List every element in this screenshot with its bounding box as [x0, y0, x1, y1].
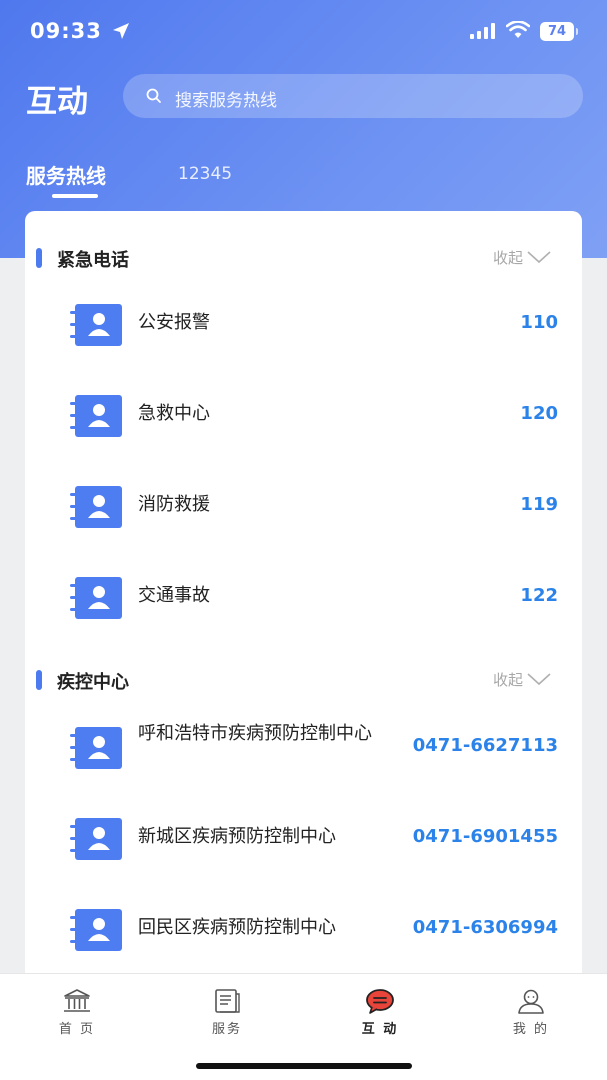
hotline-number[interactable]: 0471-6901455 — [413, 826, 558, 847]
hotline-name: 消防救援 — [138, 494, 210, 515]
section-title: 紧急电话 — [57, 250, 129, 271]
active-tab-indicator — [52, 194, 98, 198]
tabbar-label: 服务 — [211, 1022, 242, 1037]
hotline-row[interactable]: 公安报警 110 — [25, 300, 582, 350]
chevron-down-icon — [527, 251, 551, 264]
contact-book-icon — [70, 304, 122, 346]
tab-12345[interactable]: 12345 — [178, 164, 232, 184]
hotline-number[interactable]: 0471-6627113 — [413, 735, 558, 756]
user-icon — [518, 989, 544, 1014]
status-bar: 09:33 74 — [0, 0, 607, 62]
tabbar-label: 我 的 — [512, 1022, 550, 1037]
section-header-cdc: 疾控中心 收起 — [25, 666, 582, 696]
hotline-name: 新城区疾病预防控制中心 — [138, 826, 336, 847]
hotline-row[interactable]: 呼和浩特市疾病预防控制中心 0471-6627113 — [25, 723, 582, 773]
hotline-row[interactable]: 急救中心 120 — [25, 391, 582, 441]
section-header-emergency: 紧急电话 收起 — [25, 244, 582, 274]
search-icon — [146, 88, 161, 103]
tabbar-item-profile[interactable]: 我 的 — [491, 988, 571, 1037]
hotline-row[interactable]: 消防救援 119 — [25, 482, 582, 532]
battery-indicator: 74 — [540, 22, 578, 41]
chat-icon — [366, 989, 394, 1014]
collapse-label: 收起 — [492, 671, 523, 689]
status-time: 09:33 — [30, 19, 102, 43]
tabbar-item-services[interactable]: 服务 — [187, 988, 267, 1037]
location-arrow-icon — [113, 23, 129, 39]
tabbar-item-interaction[interactable]: 互 动 — [340, 988, 420, 1037]
cellular-signal-icon — [470, 23, 495, 39]
hotline-name: 呼和浩特市疾病预防控制中心 — [138, 723, 372, 744]
hotline-number[interactable]: 119 — [520, 494, 558, 515]
hotline-name: 交通事故 — [138, 585, 210, 606]
bank-icon — [64, 989, 90, 1012]
page-title: 互动 — [26, 84, 88, 120]
chevron-down-icon — [527, 673, 551, 686]
contact-book-icon — [70, 909, 122, 951]
search-input[interactable]: 搜索服务热线 — [123, 74, 583, 118]
section-title: 疾控中心 — [57, 672, 129, 693]
section-accent-bar — [36, 248, 42, 268]
hotline-card: 紧急电话 收起 公安报警 110 急救中心 120 消防救援 119 交通事故 … — [25, 211, 582, 1011]
hotline-number[interactable]: 0471-6306994 — [413, 917, 558, 938]
search-placeholder: 搜索服务热线 — [175, 91, 277, 111]
hotline-number[interactable]: 110 — [520, 312, 558, 333]
contact-book-icon — [70, 577, 122, 619]
hotline-number[interactable]: 122 — [520, 585, 558, 606]
hotline-name: 回民区疾病预防控制中心 — [138, 917, 336, 938]
collapse-label: 收起 — [492, 249, 523, 267]
hotline-name: 公安报警 — [138, 312, 210, 333]
contact-book-icon — [70, 818, 122, 860]
contact-book-icon — [70, 395, 122, 437]
section-accent-bar — [36, 670, 42, 690]
document-icon — [215, 989, 240, 1013]
hotline-name: 急救中心 — [138, 403, 210, 424]
tabbar-label: 首 页 — [58, 1022, 96, 1037]
hotline-row[interactable]: 新城区疾病预防控制中心 0471-6901455 — [25, 814, 582, 864]
contact-book-icon — [70, 486, 122, 528]
home-indicator — [196, 1063, 412, 1069]
tabbar-label: 互 动 — [361, 1022, 399, 1037]
contact-book-icon — [70, 727, 122, 769]
hotline-number[interactable]: 120 — [520, 403, 558, 424]
wifi-icon — [506, 21, 530, 38]
tab-service-hotline[interactable]: 服务热线 — [26, 160, 106, 189]
hotline-row[interactable]: 交通事故 122 — [25, 573, 582, 623]
tabbar-item-home[interactable]: 首 页 — [37, 988, 117, 1037]
hotline-row[interactable]: 回民区疾病预防控制中心 0471-6306994 — [25, 905, 582, 955]
